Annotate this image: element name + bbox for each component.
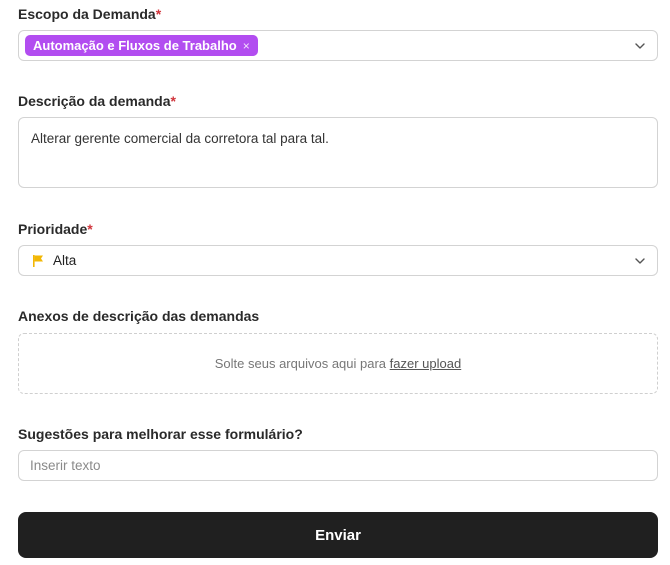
escopo-select[interactable]: Automação e Fluxos de Trabalho ×	[18, 30, 658, 61]
required-mark: *	[155, 6, 162, 22]
upload-link[interactable]: fazer upload	[390, 356, 462, 371]
file-dropzone[interactable]: Solte seus arquivos aqui para fazer uplo…	[18, 333, 658, 394]
escopo-label: Escopo da Demanda*	[18, 6, 161, 22]
descricao-value: Alterar gerente comercial da corretora t…	[31, 131, 329, 146]
dropzone-text: Solte seus arquivos aqui para	[214, 356, 387, 371]
chevron-down-icon[interactable]	[633, 39, 647, 53]
prioridade-label-text: Prioridade	[18, 221, 88, 237]
prioridade-select[interactable]: Alta	[18, 245, 658, 276]
descricao-label-text: Descrição da demanda	[18, 93, 171, 109]
prioridade-label: Prioridade*	[18, 221, 93, 237]
required-mark: *	[170, 93, 176, 109]
chevron-down-icon[interactable]	[633, 254, 647, 268]
required-mark: *	[87, 221, 93, 237]
tag-remove-icon[interactable]: ×	[243, 39, 250, 53]
escopo-tag-label: Automação e Fluxos de Trabalho	[33, 38, 237, 53]
sugestoes-input[interactable]	[18, 450, 658, 481]
descricao-textarea[interactable]: Alterar gerente comercial da corretora t…	[18, 117, 658, 188]
sugestoes-label: Sugestões para melhorar esse formulário?	[18, 426, 303, 442]
submit-button[interactable]: Enviar	[18, 512, 658, 558]
escopo-label-text: Escopo da Demanda	[18, 6, 156, 22]
escopo-tag: Automação e Fluxos de Trabalho ×	[25, 35, 258, 56]
prioridade-value: Alta	[53, 253, 77, 268]
flag-icon	[33, 255, 43, 267]
anexos-label: Anexos de descrição das demandas	[18, 308, 260, 324]
descricao-label: Descrição da demanda*	[18, 93, 176, 109]
